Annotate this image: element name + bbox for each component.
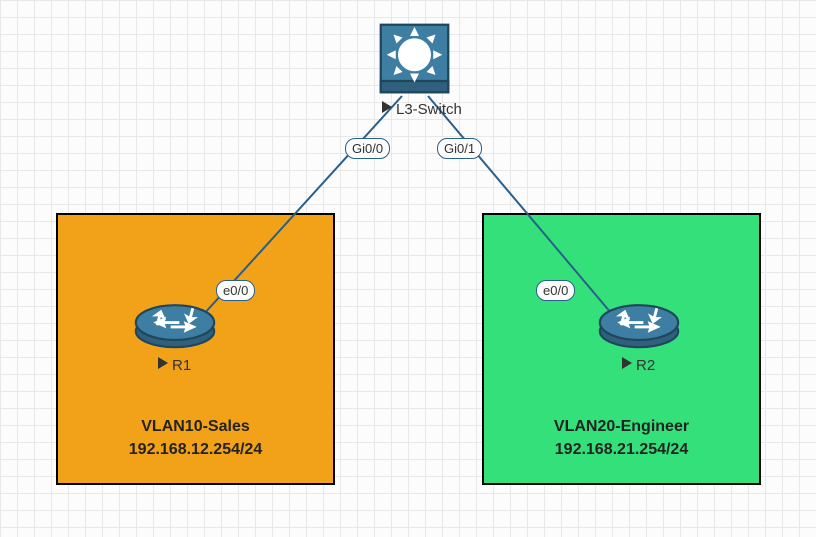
node-r1[interactable] — [131, 295, 219, 358]
router-icon — [131, 295, 219, 353]
vlan10-gateway: 192.168.12.254/24 — [129, 441, 262, 458]
vlan20-gateway: 192.168.21.254/24 — [555, 441, 688, 458]
node-r2[interactable] — [595, 295, 683, 358]
l3-switch-icon — [377, 21, 452, 96]
zone-vlan10-text: VLAN10-Sales 192.168.12.254/24 — [58, 415, 333, 461]
port-r1-e00: e0/0 — [216, 280, 255, 301]
l3-switch-label: L3-Switch — [382, 101, 462, 118]
play-icon — [382, 101, 392, 113]
vlan10-title: VLAN10-Sales — [141, 418, 250, 435]
play-icon — [158, 357, 168, 369]
port-switch-gi00: Gi0/0 — [345, 138, 390, 159]
port-r2-e00: e0/0 — [536, 280, 575, 301]
r1-label: R1 — [158, 357, 191, 374]
router-icon — [595, 295, 683, 353]
node-l3-switch[interactable] — [377, 21, 452, 101]
r2-label: R2 — [622, 357, 655, 374]
port-switch-gi01: Gi0/1 — [437, 138, 482, 159]
vlan20-title: VLAN20-Engineer — [554, 418, 689, 435]
play-icon — [622, 357, 632, 369]
zone-vlan20-text: VLAN20-Engineer 192.168.21.254/24 — [484, 415, 759, 461]
